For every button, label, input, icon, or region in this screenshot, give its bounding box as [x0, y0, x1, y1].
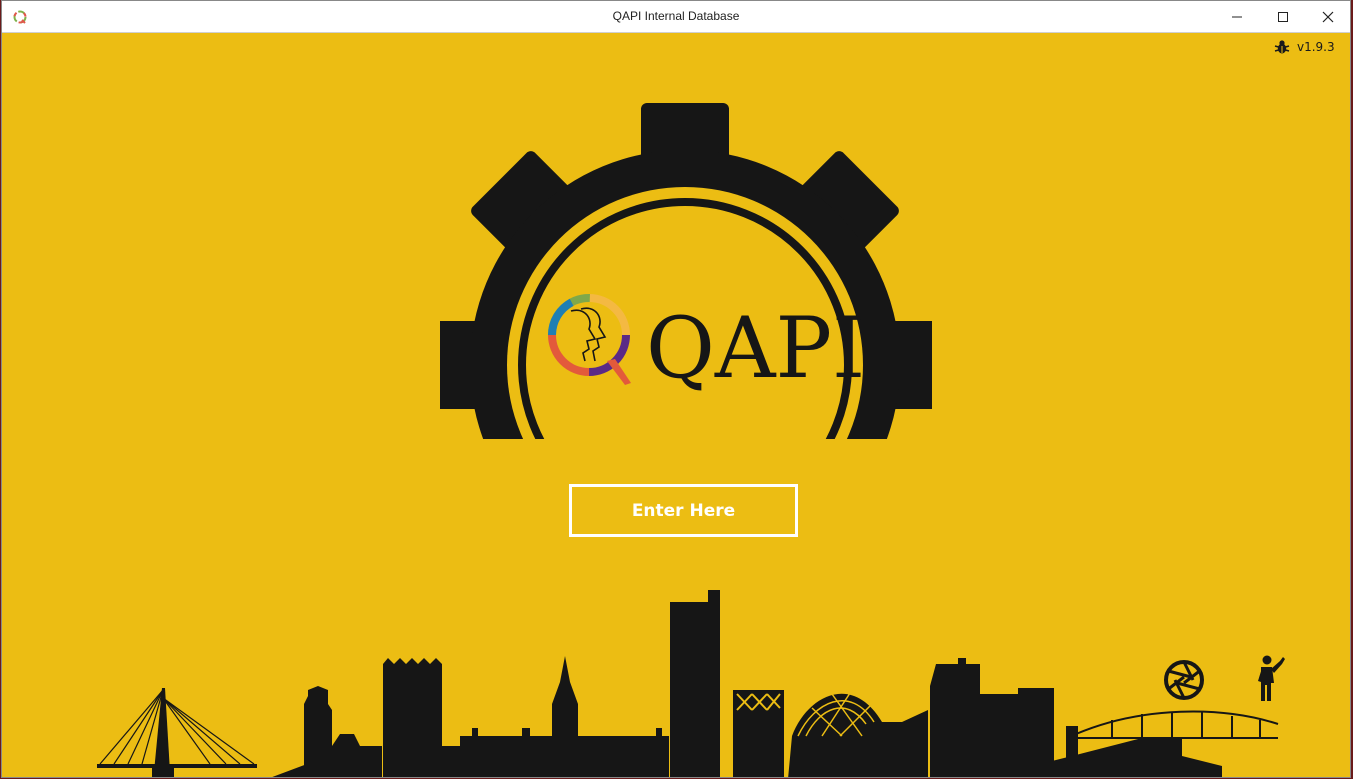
- maximize-icon: [1278, 11, 1288, 22]
- title-bar[interactable]: QAPI Internal Database: [2, 1, 1350, 33]
- bug-icon[interactable]: [1274, 39, 1290, 55]
- minimize-icon: [1232, 16, 1242, 17]
- person-waving-icon[interactable]: [1254, 655, 1286, 703]
- minimize-button[interactable]: [1214, 1, 1260, 32]
- close-icon: [1322, 11, 1334, 22]
- aperture-icon[interactable]: [1163, 659, 1205, 701]
- window-title: QAPI Internal Database: [612, 9, 740, 23]
- enter-button[interactable]: Enter Here: [569, 484, 798, 537]
- close-button[interactable]: [1305, 1, 1350, 32]
- app-window: QAPI Internal Database v1.9.3 QAPI Enter…: [1, 0, 1351, 778]
- version-area: v1.9.3: [1274, 39, 1335, 55]
- logo-text: QAPI: [646, 299, 865, 397]
- version-label: v1.9.3: [1297, 40, 1335, 54]
- maximize-button[interactable]: [1260, 1, 1306, 32]
- gear-logo: QAPI: [440, 103, 932, 439]
- city-skyline: [97, 590, 1279, 777]
